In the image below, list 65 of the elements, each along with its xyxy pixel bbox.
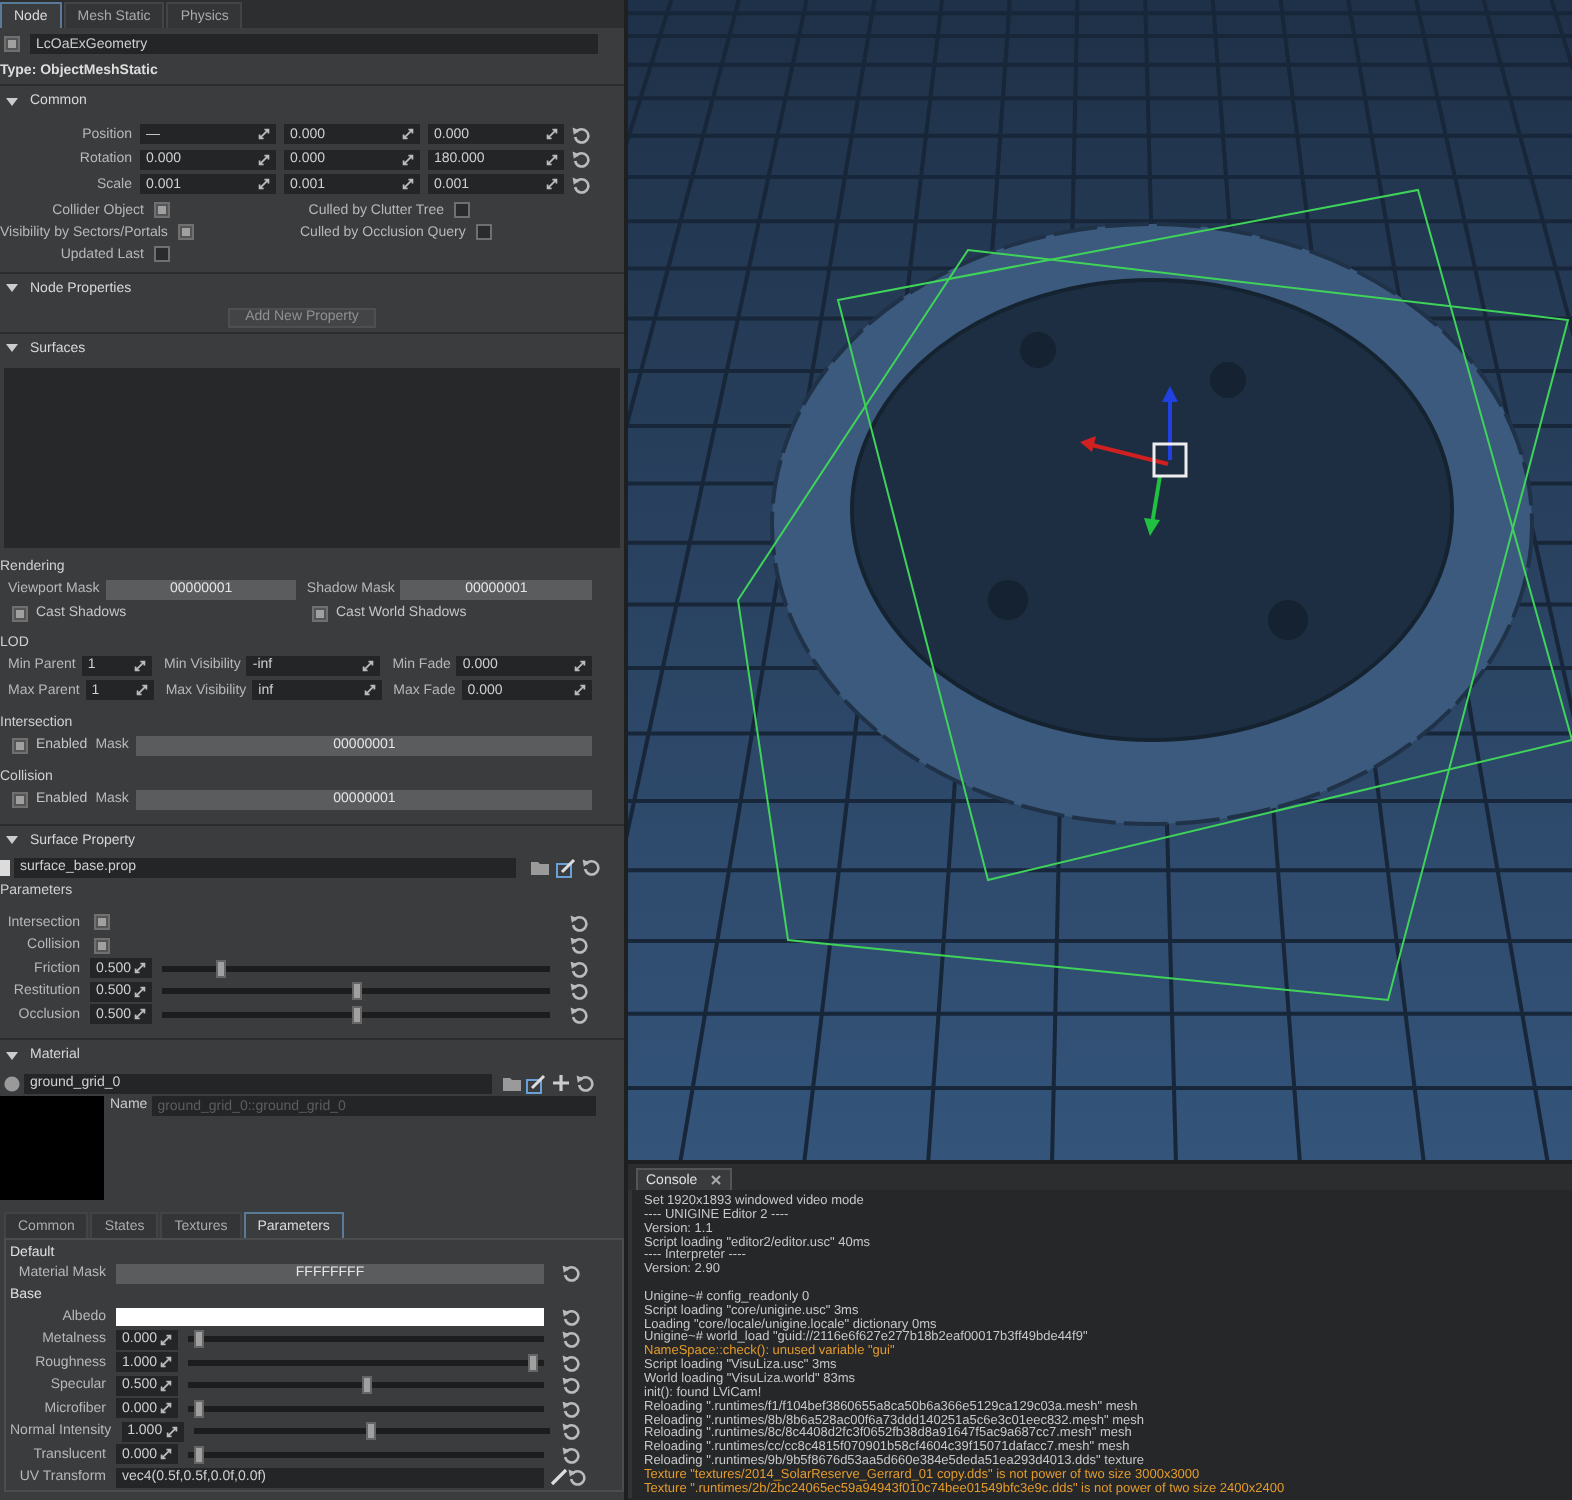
folder-icon[interactable] (502, 1075, 522, 1091)
checkbox[interactable] (177, 224, 194, 240)
drag-arrows-icon[interactable] (134, 659, 146, 672)
reset-icon[interactable] (576, 1074, 594, 1092)
pencil-icon[interactable] (550, 1468, 568, 1487)
checkbox[interactable] (154, 246, 170, 262)
drag-arrows-icon[interactable] (402, 153, 414, 166)
checkbox[interactable] (94, 914, 110, 931)
slider-thumb[interactable] (215, 959, 226, 978)
slider-thumb[interactable] (528, 1353, 538, 1372)
checkbox[interactable] (475, 224, 492, 240)
checkbox[interactable] (454, 202, 470, 218)
slider-thumb[interactable] (351, 1005, 361, 1024)
sphere-icon (4, 1075, 20, 1091)
material-preview (0, 1096, 104, 1200)
move-gizmo[interactable] (1080, 386, 1188, 536)
drag-arrows-icon[interactable] (258, 128, 270, 141)
color-swatch[interactable] (116, 1307, 544, 1326)
checkbox[interactable] (12, 605, 28, 621)
triangle-icon[interactable] (6, 836, 18, 844)
drag-arrows-icon[interactable] (362, 659, 375, 672)
checkbox[interactable] (4, 36, 20, 52)
reset-icon[interactable] (582, 858, 600, 876)
drag-arrows-icon[interactable] (160, 1356, 172, 1369)
slider-thumb[interactable] (194, 1445, 204, 1464)
file-icon (0, 859, 10, 875)
checkbox[interactable] (154, 202, 170, 218)
checkbox[interactable] (12, 791, 28, 807)
drag-arrows-icon[interactable] (546, 178, 558, 191)
checkbox[interactable] (312, 605, 328, 621)
drag-arrows-icon[interactable] (160, 1379, 172, 1392)
folder-icon[interactable] (530, 859, 550, 875)
triangle-icon[interactable] (6, 97, 18, 105)
triangle-icon[interactable] (6, 344, 18, 352)
drag-arrows-icon[interactable] (402, 128, 414, 141)
drag-arrows-icon[interactable] (160, 1333, 172, 1346)
triangle-icon[interactable] (6, 1051, 18, 1059)
edit-icon[interactable] (526, 1073, 546, 1093)
slider-thumb[interactable] (194, 1399, 204, 1418)
drag-arrows-icon[interactable] (135, 684, 148, 697)
drag-arrows-icon[interactable] (134, 1008, 146, 1021)
drag-arrows-icon[interactable] (165, 1425, 178, 1438)
checkbox[interactable] (12, 737, 28, 753)
checkbox[interactable] (94, 937, 110, 954)
drag-arrows-icon[interactable] (363, 684, 376, 697)
drag-arrows-icon[interactable] (574, 684, 586, 697)
slider-thumb[interactable] (351, 982, 361, 1001)
drag-arrows-icon[interactable] (258, 153, 270, 166)
drag-arrows-icon[interactable] (134, 962, 146, 975)
drag-arrows-icon[interactable] (160, 1448, 172, 1461)
plus-icon[interactable] (552, 1074, 570, 1092)
reset-icon[interactable] (562, 1264, 580, 1283)
close-icon[interactable] (709, 1174, 722, 1186)
slider-thumb[interactable] (194, 1330, 204, 1349)
drag-arrows-icon[interactable] (546, 153, 558, 166)
drag-arrows-icon[interactable] (160, 1402, 172, 1415)
drag-arrows-icon[interactable] (574, 659, 586, 672)
drag-arrows-icon[interactable] (402, 178, 414, 191)
slider-thumb[interactable] (361, 1376, 371, 1395)
triangle-icon[interactable] (6, 284, 18, 292)
drag-arrows-icon[interactable] (258, 178, 270, 191)
edit-icon[interactable] (556, 857, 576, 877)
drag-arrows-icon[interactable] (546, 128, 558, 141)
slider-thumb[interactable] (366, 1422, 377, 1441)
drag-arrows-icon[interactable] (134, 985, 146, 998)
